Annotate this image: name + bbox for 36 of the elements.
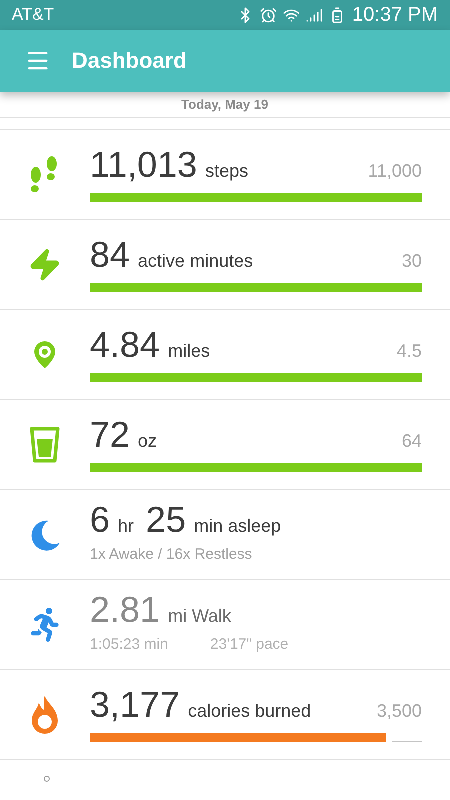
glass-icon [30,426,60,462]
hours-unit: hr [118,515,134,538]
carrier-text: AT&T [12,4,54,26]
metric-unit: calories burned [188,700,312,723]
flame-icon [30,694,60,734]
moon-icon [29,518,61,550]
metric-unit: active minutes [138,250,254,273]
metric-value: 4.84 [90,327,160,363]
goal-value: 64 [402,430,422,453]
goal-value: 11,000 [368,160,422,183]
activity-label: mi Walk [168,605,232,628]
distance-value: 2.81 [90,592,160,628]
goal-value: 30 [402,250,422,273]
metric-unit: steps [205,160,248,183]
metric-value: 11,013 [90,147,198,183]
metric-value: 72 [90,417,130,453]
date-label: Today, May 19 [182,96,268,114]
hours-value: 6 [90,502,110,538]
signal-icon [306,6,324,24]
minutes-unit: min asleep [194,515,282,538]
metric-value: 3,177 [90,687,180,723]
ring-icon [44,776,50,782]
runner-icon [28,608,62,642]
lightning-icon [28,248,62,282]
duration-text: 1:05:23 min [90,635,168,656]
metric-value: 84 [90,237,130,273]
app-title: Dashboard [72,47,187,76]
goal-value: 4.5 [396,340,422,363]
clock-text: 10:37 PM [352,3,438,28]
metric-unit: miles [168,340,210,363]
goal-value: 3,500 [376,700,422,723]
metric-unit: oz [138,430,158,453]
alarm-icon [260,6,278,24]
pace-text: 23'17" pace [210,635,289,656]
minutes-value: 25 [146,502,186,538]
sleep-detail: 1x Awake / 16x Restless [90,545,254,566]
